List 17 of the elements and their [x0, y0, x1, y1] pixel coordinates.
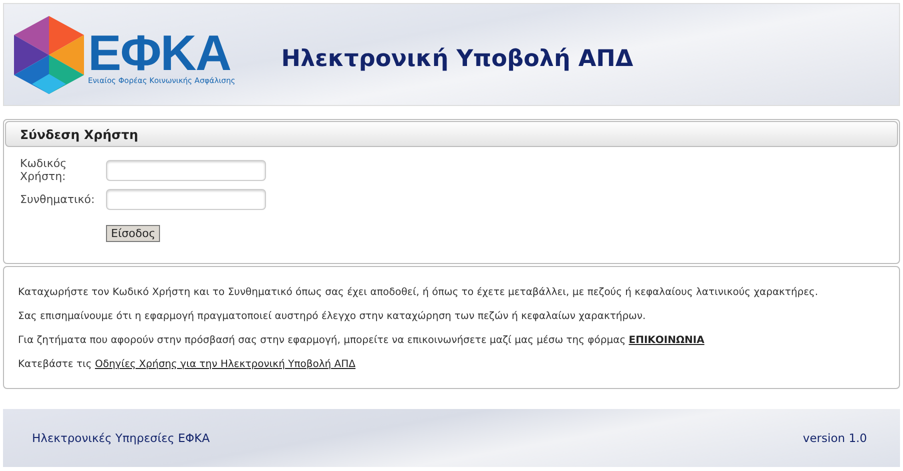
footer-text: Ηλεκτρονικές Υπηρεσίες ΕΦΚΑ: [32, 431, 210, 445]
field-label: Συνθηματικό:: [20, 193, 96, 206]
logo-text: ΕΦΚΑ: [88, 30, 231, 76]
field-label: Κωδικός Χρήστη:: [20, 157, 68, 183]
login-button[interactable]: Είσοδος: [106, 225, 160, 242]
info-text: Καταχωρήστε τον Κωδικό Χρήστη και το Συνθηματικό όπως σας έχει αποδοθεί, ή όπως το έχετε μεταβάλλει, με πεζούς ή κεφαλαίους λατινικούς χαρακτήρες.: [18, 286, 820, 300]
info-text: Σας επισημαίνουμε ότι η εφαρμογή πραγματοποιεί αυστηρό έλεγχο στην καταχώρηση των πεζών ή κεφαλαίων χαρακτήρων.: [18, 310, 647, 324]
link[interactable]: ΕΠΙΚΟΙΝΩΝΙΑ: [628, 335, 704, 346]
logo-icon: [12, 14, 86, 96]
page-title: Ηλεκτρονική Υποβολή ΑΠΔ: [281, 46, 634, 72]
panel-title: Σύνδεση Χρήστη: [5, 121, 898, 147]
version-text: version 1.0: [802, 431, 867, 445]
input-field[interactable]: [106, 160, 266, 180]
link[interactable]: Οδηγίες Χρήσης για την Ηλεκτρονική Υποβολή ΑΠΔ: [94, 359, 356, 370]
info-text: Κατεβάστε τις Οδηγίες Χρήσης για την Ηλεκτρονική Υποβολή ΑΠΔ: [18, 358, 356, 372]
info-text: Για ζητήματα που αφορούν στην πρόσβασή σας στην εφαρμογή, μπορείτε να επικοινωνήσετε μαζί μας μέσω της φόρμας ΕΠΙΚΟΙΝΩΝΙΑ: [18, 334, 706, 348]
input-field[interactable]: [106, 189, 266, 210]
